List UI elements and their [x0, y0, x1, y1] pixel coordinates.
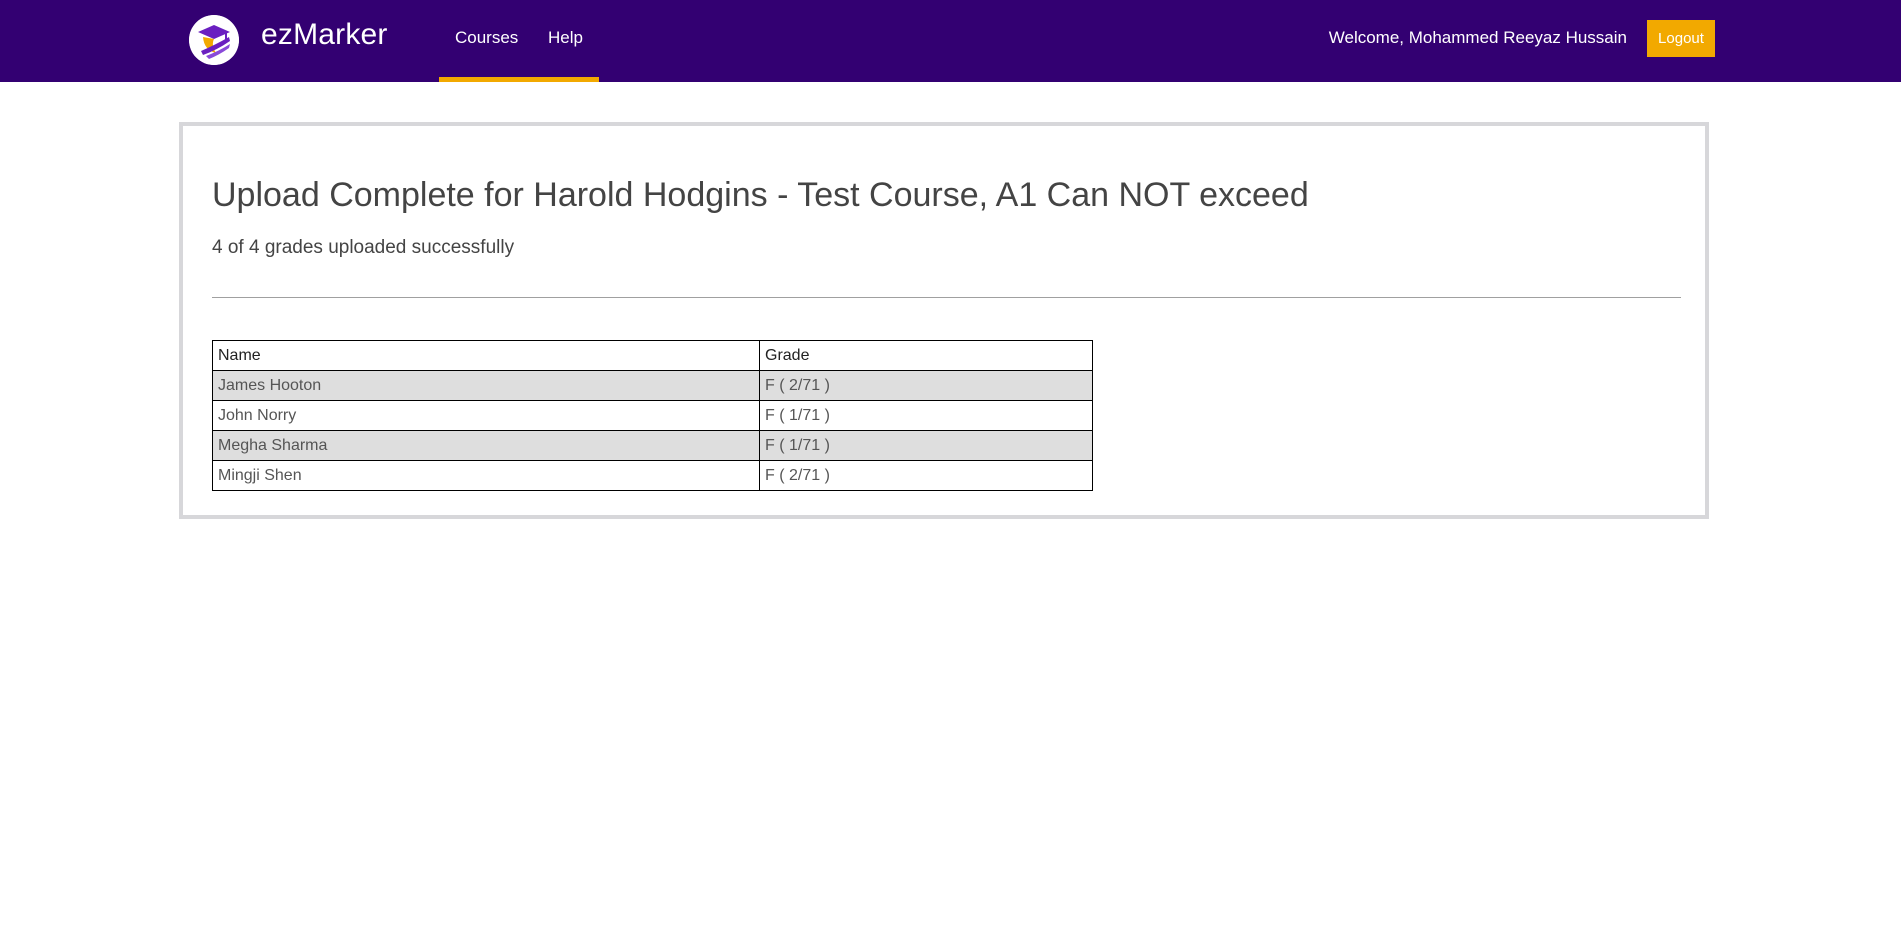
graduate-logo-icon[interactable] [189, 15, 239, 65]
nav-help[interactable]: Help [548, 27, 583, 49]
grade-cell: F ( 1/71 ) [759, 430, 1093, 461]
upload-summary: 4 of 4 grades uploaded successfully [212, 237, 515, 258]
student-name-cell: Mingji Shen [212, 460, 760, 491]
grades-table: Name Grade James Hooton F ( 2/71 ) John … [212, 340, 1093, 491]
column-header-name: Name [212, 340, 760, 371]
student-name-cell: James Hooton [212, 370, 760, 401]
logout-button[interactable]: Logout [1647, 20, 1715, 57]
student-name-cell: John Norry [212, 400, 760, 431]
divider [212, 297, 1681, 298]
table-row: Mingji Shen F ( 2/71 ) [212, 460, 1093, 491]
student-name-cell: Megha Sharma [212, 430, 760, 461]
top-navbar: ezMarker Courses Help Welcome, Mohammed … [0, 0, 1901, 82]
grade-cell: F ( 1/71 ) [759, 400, 1093, 431]
grade-cell: F ( 2/71 ) [759, 370, 1093, 401]
welcome-message: Welcome, Mohammed Reeyaz Hussain [1328, 28, 1627, 47]
grade-cell: F ( 2/71 ) [759, 460, 1093, 491]
active-nav-indicator [439, 77, 599, 82]
page-title: Upload Complete for Harold Hodgins - Tes… [212, 176, 1309, 214]
brand-name[interactable]: ezMarker [261, 16, 388, 54]
table-row: John Norry F ( 1/71 ) [212, 400, 1093, 431]
table-row: Megha Sharma F ( 1/71 ) [212, 430, 1093, 461]
table-header-row: Name Grade [212, 340, 1093, 371]
nav-courses[interactable]: Courses [455, 27, 518, 49]
table-row: James Hooton F ( 2/71 ) [212, 370, 1093, 401]
column-header-grade: Grade [759, 340, 1093, 371]
